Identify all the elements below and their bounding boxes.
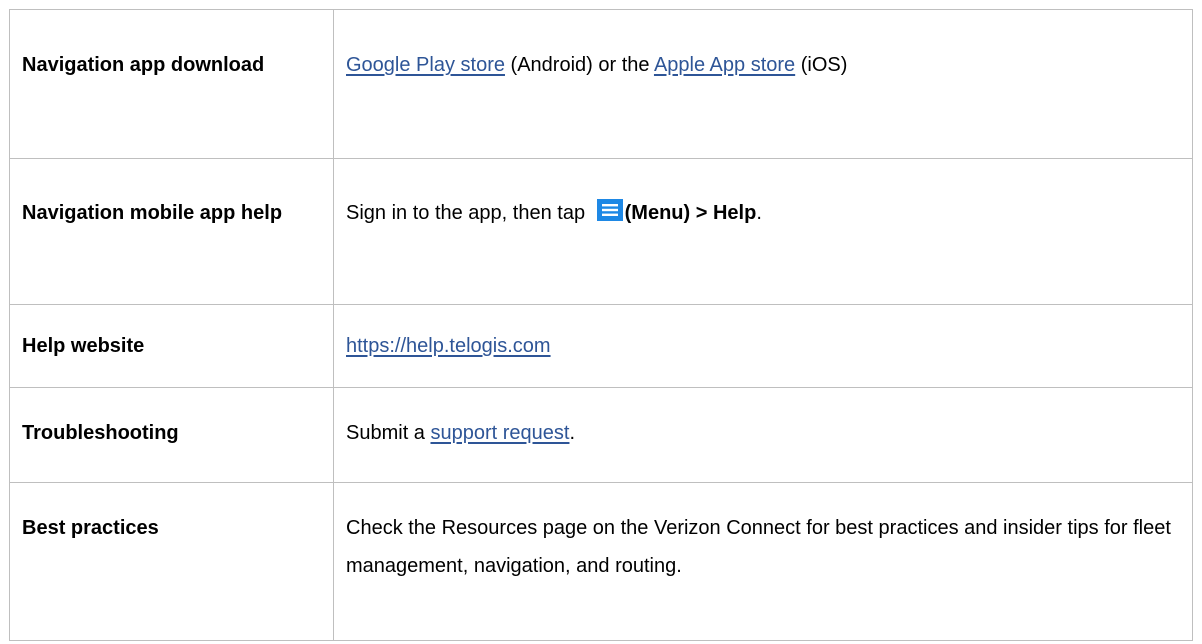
row-value-app-download: Google Play store (Android) or the Apple… — [334, 10, 1192, 84]
row-value-mobile-app-help: Sign in to the app, then tap (Menu) > He… — [334, 159, 1192, 232]
row-label-cell: Troubleshooting — [9, 387, 334, 483]
support-request-link[interactable]: support request — [430, 422, 569, 444]
menu-help-path: (Menu) > Help — [624, 202, 757, 224]
table-row: Best practices Check the Resources page … — [9, 482, 1193, 641]
google-play-store-link[interactable]: Google Play store — [346, 54, 505, 76]
row-value-cell: Submit a support request. — [333, 387, 1193, 483]
android-text: (Android) or the — [504, 54, 654, 76]
row-value-cell: Check the Resources page on the Verizon … — [333, 482, 1193, 641]
row-value-cell: Sign in to the app, then tap (Menu) > He… — [333, 158, 1193, 305]
row-label-cell: Help website — [9, 304, 334, 388]
table-row: Troubleshooting Submit a support request… — [9, 387, 1193, 483]
period-text: . — [569, 422, 576, 444]
row-label-mobile-app-help: Navigation mobile app help — [22, 202, 283, 224]
table-row: Navigation app download Google Play stor… — [9, 9, 1193, 159]
row-value-cell: Google Play store (Android) or the Apple… — [333, 9, 1193, 159]
row-value-best-practices: Check the Resources page on the Verizon … — [346, 517, 1171, 577]
row-label-troubleshooting: Troubleshooting — [22, 422, 179, 444]
row-value-troubleshooting: Submit a support request. — [334, 388, 1192, 452]
row-value-cell: https://help.telogis.com — [333, 304, 1193, 388]
row-label-app-download: Navigation app download — [22, 54, 265, 76]
menu-icon — [596, 199, 623, 221]
table-row: Navigation mobile app help Sign in to th… — [9, 158, 1193, 305]
sign-in-text: Sign in to the app, then tap — [346, 202, 591, 224]
submit-text: Submit a — [346, 422, 431, 444]
period-text: . — [756, 202, 762, 224]
table-row: Help website https://help.telogis.com — [9, 304, 1193, 388]
row-label-cell: Navigation mobile app help — [9, 158, 334, 305]
apple-app-store-link[interactable]: Apple App store — [654, 54, 795, 76]
row-label-cell: Navigation app download — [9, 9, 334, 159]
help-website-link[interactable]: https://help.telogis.com — [346, 335, 551, 357]
ios-text: (iOS) — [795, 54, 848, 76]
row-label-best-practices: Best practices — [22, 517, 159, 539]
row-label-cell: Best practices — [9, 482, 334, 641]
row-label-help-website: Help website — [22, 335, 145, 357]
help-resources-table: Navigation app download Google Play stor… — [9, 9, 1193, 641]
row-value-help-website: https://help.telogis.com — [334, 305, 1192, 365]
